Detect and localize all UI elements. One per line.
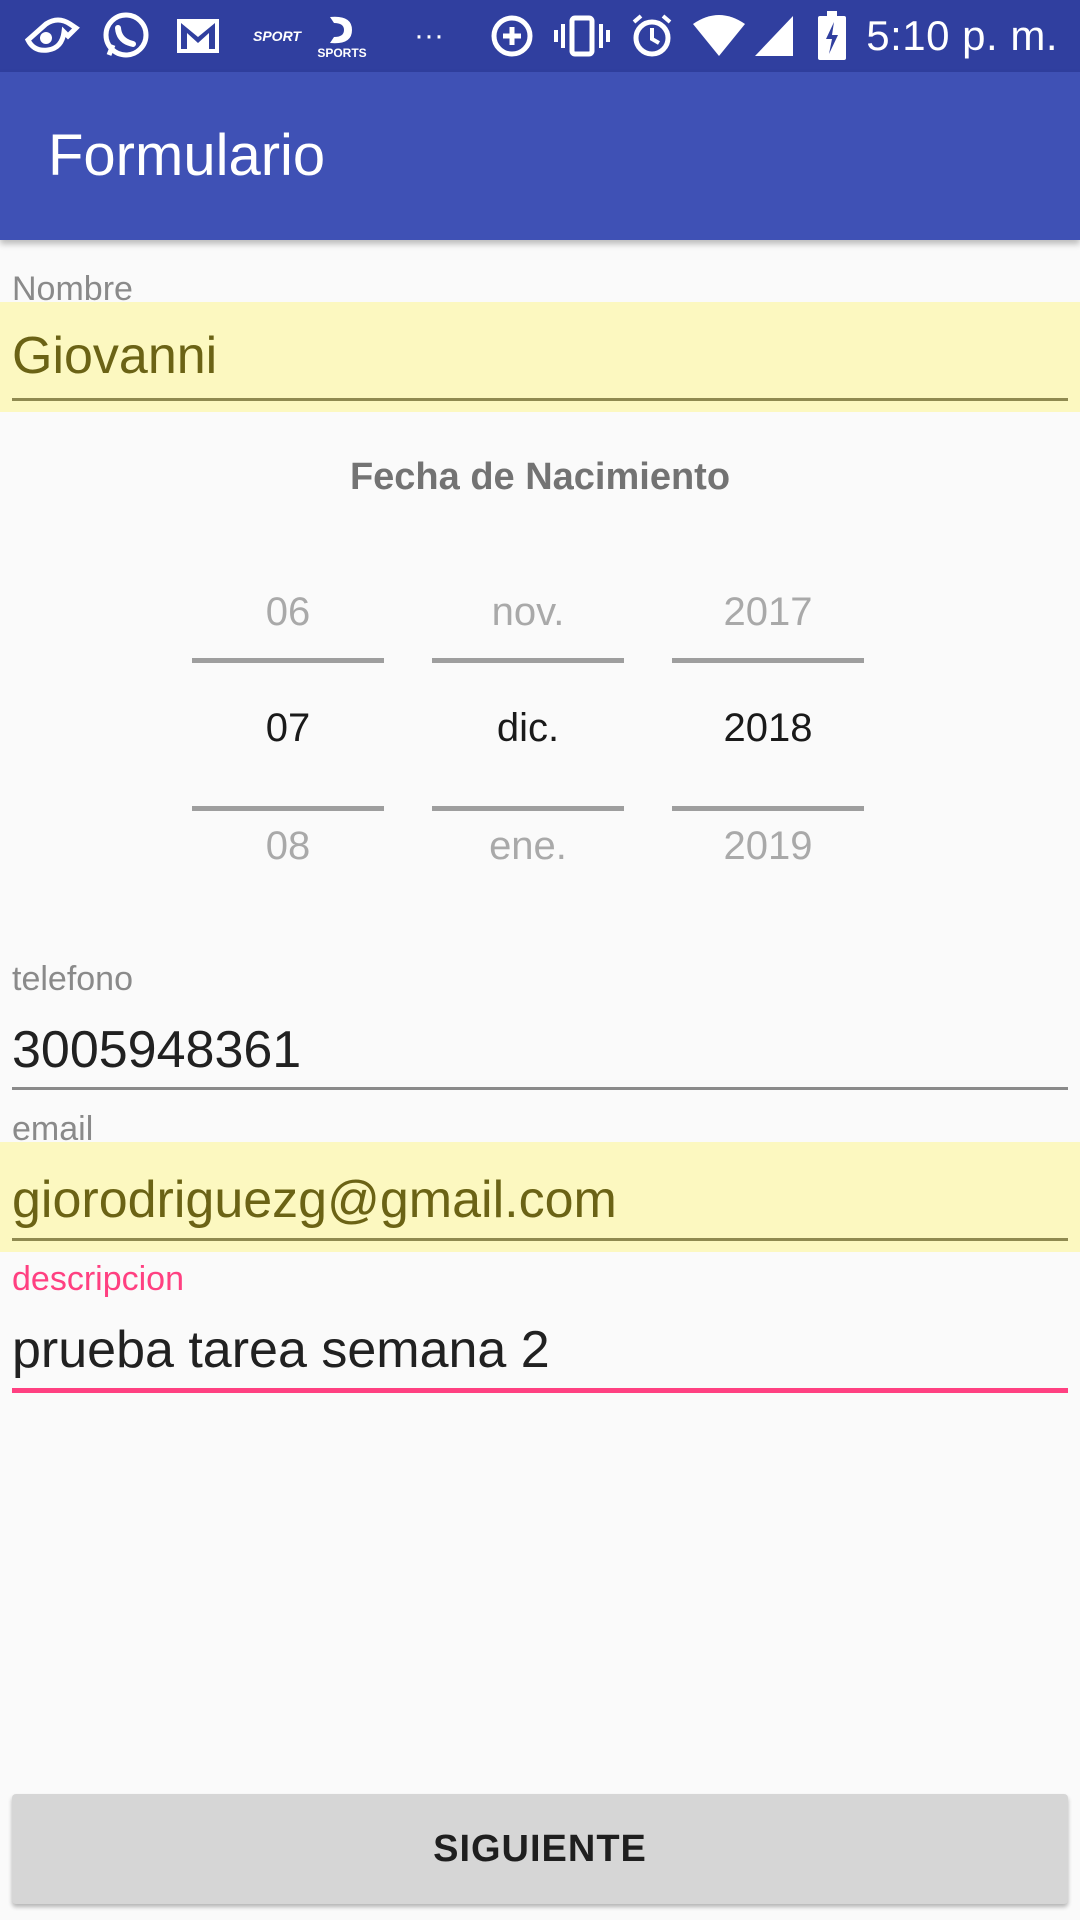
d-sports-label: SPORTS [317, 46, 367, 60]
overflow-dots-icon: ··· [414, 19, 444, 52]
day-selected[interactable]: 07 [192, 706, 384, 751]
nombre-field[interactable]: Giovanni [0, 302, 1080, 412]
email-field[interactable]: giorodriguezg@gmail.com [0, 1142, 1080, 1252]
telefono-underline [12, 1087, 1068, 1090]
whistle-icon [22, 8, 82, 64]
descripcion-input[interactable]: prueba tarea semana 2 [12, 1320, 550, 1380]
telefono-label: telefono [12, 960, 133, 998]
month-prev[interactable]: nov. [432, 590, 624, 635]
signal-icon [752, 8, 796, 64]
month-divider-bottom [432, 806, 624, 811]
telefono-input[interactable]: 3005948361 [12, 1020, 301, 1080]
whatsapp-icon [98, 8, 154, 64]
year-selected[interactable]: 2018 [672, 706, 864, 751]
fecha-title: Fecha de Nacimiento [349, 456, 731, 498]
battery-charging-icon [812, 8, 852, 64]
descripcion-label: descripcion [12, 1260, 184, 1298]
day-divider-bottom [192, 806, 384, 811]
email-input[interactable]: giorodriguezg@gmail.com [12, 1170, 617, 1230]
sport-app-icon: SPORT [253, 28, 301, 44]
day-divider-top [192, 658, 384, 663]
status-bar: SPORT SPORTS ··· 5:10 p. m. [0, 0, 1080, 72]
month-divider-top [432, 658, 624, 663]
day-next[interactable]: 08 [192, 824, 384, 869]
year-prev[interactable]: 2017 [672, 590, 864, 635]
descripcion-underline [12, 1388, 1068, 1393]
year-next[interactable]: 2019 [672, 824, 864, 869]
month-selected[interactable]: dic. [432, 706, 624, 751]
app-title: Formulario [48, 123, 326, 188]
d-sports-icon: SPORTS [312, 8, 372, 64]
data-saver-icon [486, 8, 538, 64]
nombre-input[interactable]: Giovanni [12, 326, 217, 386]
alarm-icon [626, 8, 678, 64]
nombre-underline [12, 398, 1068, 401]
status-time: 5:10 p. m. [866, 12, 1058, 59]
month-picker[interactable]: nov. dic. ene. [432, 560, 624, 890]
day-prev[interactable]: 06 [192, 590, 384, 635]
app-bar: Formulario [0, 72, 1080, 240]
year-picker[interactable]: 2017 2018 2019 [672, 560, 864, 890]
year-divider-bottom [672, 806, 864, 811]
month-next[interactable]: ene. [432, 824, 624, 869]
wifi-icon [690, 8, 748, 64]
year-divider-top [672, 658, 864, 663]
email-underline [12, 1238, 1068, 1241]
siguiente-button[interactable]: SIGUIENTE [12, 1794, 1068, 1904]
vibrate-icon [552, 8, 612, 64]
day-picker[interactable]: 06 07 08 [192, 560, 384, 890]
gmail-icon [172, 8, 224, 64]
